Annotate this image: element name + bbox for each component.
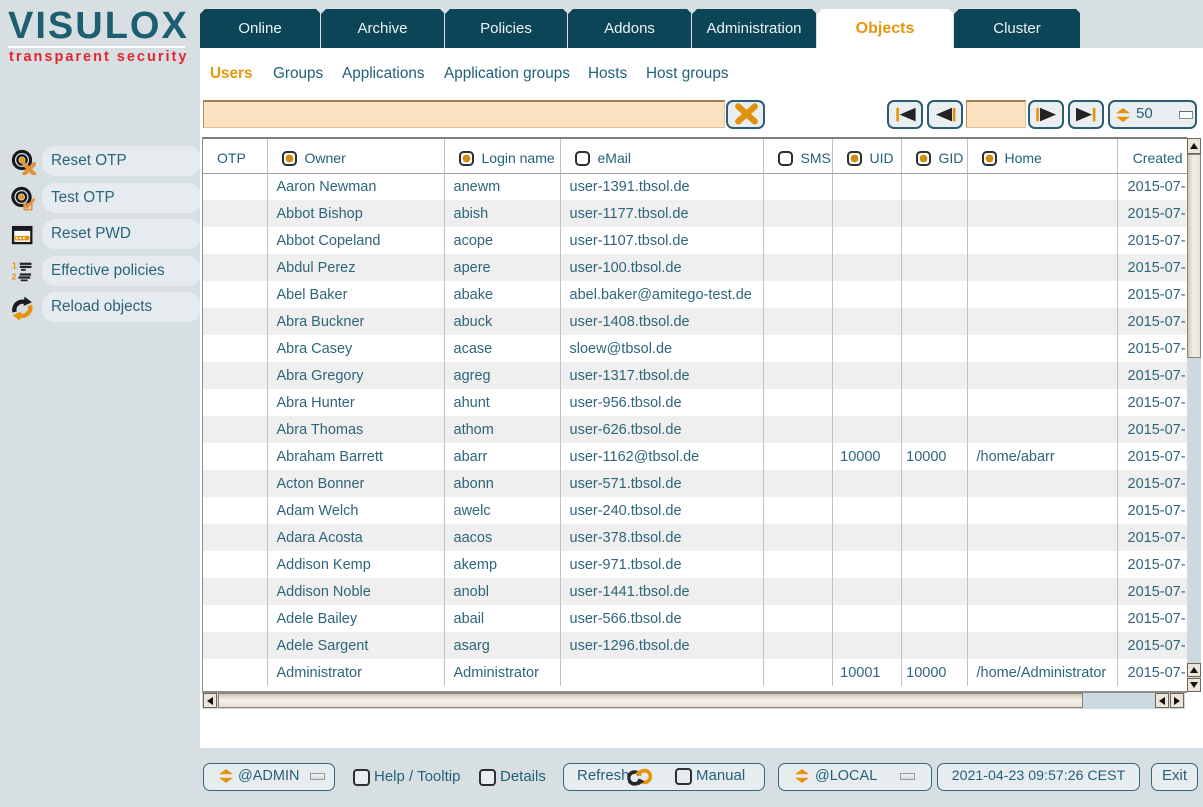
svg-text:1: 1	[12, 260, 17, 270]
svg-text:2: 2	[12, 271, 17, 281]
